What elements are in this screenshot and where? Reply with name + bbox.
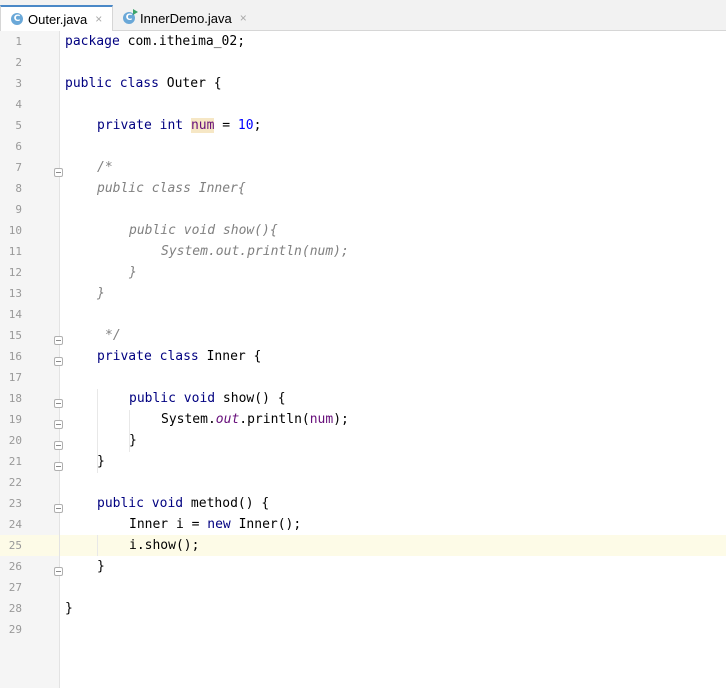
code-line-18: public void show() { xyxy=(129,391,286,406)
code-line-21: } xyxy=(97,454,105,469)
code-line-19: System.out.println(num); xyxy=(161,412,349,427)
runnable-class-icon: C xyxy=(123,9,138,24)
code-line-7: /* xyxy=(97,160,113,175)
line-number: 5 xyxy=(15,119,22,132)
line-number: 23 xyxy=(8,497,22,510)
code-line-12: } xyxy=(129,265,137,280)
line-number: 14 xyxy=(8,308,22,321)
code-line-25: i.show(); xyxy=(129,538,200,553)
line-number: 20 xyxy=(8,434,22,447)
close-icon[interactable]: × xyxy=(240,11,247,25)
code-line-5: private int num = 10; xyxy=(97,118,262,133)
code-editor[interactable]: package com.itheima_02; public class Out… xyxy=(60,31,726,688)
line-number: 29 xyxy=(8,623,22,636)
line-number: 26 xyxy=(8,560,22,573)
tab-label: Outer.java xyxy=(28,11,88,27)
line-number: 12 xyxy=(8,266,22,279)
line-number: 8 xyxy=(15,182,22,195)
line-number: 13 xyxy=(8,287,22,300)
code-line-26: } xyxy=(97,559,105,574)
code-line-10: public void show(){ xyxy=(129,223,278,238)
line-number-gutter: 1 2 3 4 5 6 7 8 9 10 11 12 13 14 15 16 17 18 19 20 21 22 23 24 2… xyxy=(0,31,63,688)
code-line-28: } xyxy=(65,601,73,616)
line-number: 16 xyxy=(8,350,22,363)
close-icon[interactable]: × xyxy=(95,12,102,26)
line-number: 4 xyxy=(15,98,22,111)
line-number: 25 xyxy=(8,539,22,552)
editor-tab-bar: C Outer.java × C InnerDemo.java × xyxy=(0,0,726,31)
code-line-3: public class Outer { xyxy=(65,76,222,91)
tab-label: InnerDemo.java xyxy=(140,10,232,26)
line-number: 6 xyxy=(15,140,22,153)
code-line-24: Inner i = new Inner(); xyxy=(129,517,302,532)
line-number: 28 xyxy=(8,602,22,615)
class-icon: C xyxy=(11,13,23,25)
line-number: 3 xyxy=(15,77,22,90)
code-line-1: package com.itheima_02; xyxy=(65,34,246,49)
code-line-23: public void method() { xyxy=(97,496,270,511)
line-number: 27 xyxy=(8,581,22,594)
line-number: 1 xyxy=(15,35,22,48)
tab-outer-java[interactable]: C Outer.java × xyxy=(0,5,113,31)
line-number: 21 xyxy=(8,455,22,468)
line-number: 11 xyxy=(8,245,22,258)
code-line-13: } xyxy=(97,286,105,301)
line-number: 17 xyxy=(8,371,22,384)
line-number: 22 xyxy=(8,476,22,489)
line-number: 19 xyxy=(8,413,22,426)
line-number: 24 xyxy=(8,518,22,531)
indent-guide xyxy=(97,535,98,556)
line-number: 15 xyxy=(8,329,22,342)
line-number: 9 xyxy=(15,203,22,216)
code-line-20: } xyxy=(129,433,137,448)
line-number: 18 xyxy=(8,392,22,405)
line-number: 2 xyxy=(15,56,22,69)
field-num-highlight: num xyxy=(190,118,215,133)
tab-innerdemo-java[interactable]: C InnerDemo.java × xyxy=(118,5,258,31)
line-number: 7 xyxy=(15,161,22,174)
code-line-15: */ xyxy=(105,328,121,343)
code-line-11: System.out.println(num); xyxy=(161,244,349,259)
code-line-16: private class Inner { xyxy=(97,349,262,364)
line-number: 10 xyxy=(8,224,22,237)
code-line-8: public class Inner{ xyxy=(97,181,246,196)
